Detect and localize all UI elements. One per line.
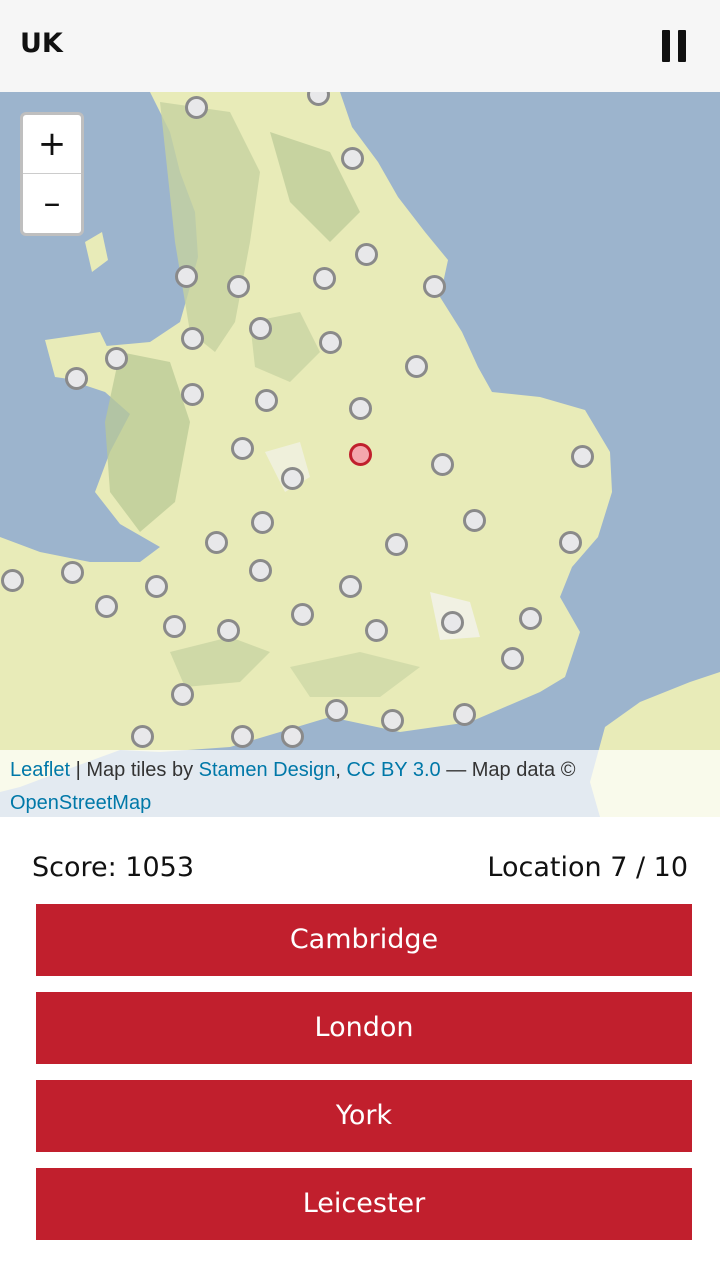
location-marker[interactable] [249,559,272,582]
location-marker[interactable] [185,96,208,119]
page-title: UK [20,28,63,59]
location-marker[interactable] [463,509,486,532]
location-marker[interactable] [181,327,204,350]
location-marker[interactable] [381,709,404,732]
location-marker[interactable] [501,647,524,670]
answer-button-cambridge[interactable]: Cambridge [36,904,692,976]
attribution-comma: , [335,759,347,781]
location-marker[interactable] [365,619,388,642]
cc-by-link[interactable]: CC BY 3.0 [347,759,441,781]
location-marker[interactable] [453,703,476,726]
location-marker[interactable] [281,725,304,748]
location-marker[interactable] [251,511,274,534]
location-marker[interactable] [281,467,304,490]
location-marker[interactable] [145,575,168,598]
stamen-design-link[interactable]: Stamen Design [199,759,336,781]
pause-icon[interactable] [652,26,696,66]
location-marker[interactable] [1,569,24,592]
location-marker[interactable] [95,595,118,618]
location-marker[interactable] [181,383,204,406]
location-marker[interactable] [175,265,198,288]
location-marker[interactable] [423,275,446,298]
location-counter: Location 7 / 10 [487,852,688,883]
openstreetmap-link[interactable]: OpenStreetMap [10,792,151,814]
pause-bar-right [678,30,686,62]
location-marker[interactable] [163,615,186,638]
zoom-in-button[interactable]: + [23,115,81,174]
location-marker[interactable] [105,347,128,370]
attribution-text: | Map tiles by [70,759,199,781]
location-marker[interactable] [431,453,454,476]
location-marker[interactable] [559,531,582,554]
location-marker[interactable] [61,561,84,584]
location-marker[interactable] [313,267,336,290]
location-marker[interactable] [405,355,428,378]
location-marker[interactable] [341,147,364,170]
zoom-control: + – [20,112,84,236]
location-marker[interactable] [441,611,464,634]
location-marker[interactable] [205,531,228,554]
pause-bar-left [662,30,670,62]
top-bar: UK [0,0,720,92]
map-view[interactable]: + – Leaflet | Map tiles by Stamen Design… [0,92,720,817]
location-marker[interactable] [319,331,342,354]
map-attribution: Leaflet | Map tiles by Stamen Design, CC… [0,750,720,817]
location-marker[interactable] [131,725,154,748]
location-marker[interactable] [571,445,594,468]
answer-button-york[interactable]: York [36,1080,692,1152]
location-marker[interactable] [217,619,240,642]
location-marker[interactable] [385,533,408,556]
location-marker[interactable] [171,683,194,706]
attribution-map-data: — Map data © [440,759,576,781]
location-marker[interactable] [291,603,314,626]
answer-button-london[interactable]: London [36,992,692,1064]
score-text: Score: 1053 [32,852,195,883]
location-marker[interactable] [325,699,348,722]
location-marker[interactable] [255,389,278,412]
location-marker[interactable] [231,725,254,748]
leaflet-link[interactable]: Leaflet [10,759,70,781]
location-marker[interactable] [65,367,88,390]
location-marker[interactable] [339,575,362,598]
location-marker[interactable] [355,243,378,266]
location-marker[interactable] [227,275,250,298]
location-marker[interactable] [519,607,542,630]
location-marker[interactable] [349,397,372,420]
location-marker[interactable] [249,317,272,340]
target-location-marker[interactable] [349,443,372,466]
answer-button-leicester[interactable]: Leicester [36,1168,692,1240]
location-marker[interactable] [231,437,254,460]
zoom-out-button[interactable]: – [23,174,81,232]
